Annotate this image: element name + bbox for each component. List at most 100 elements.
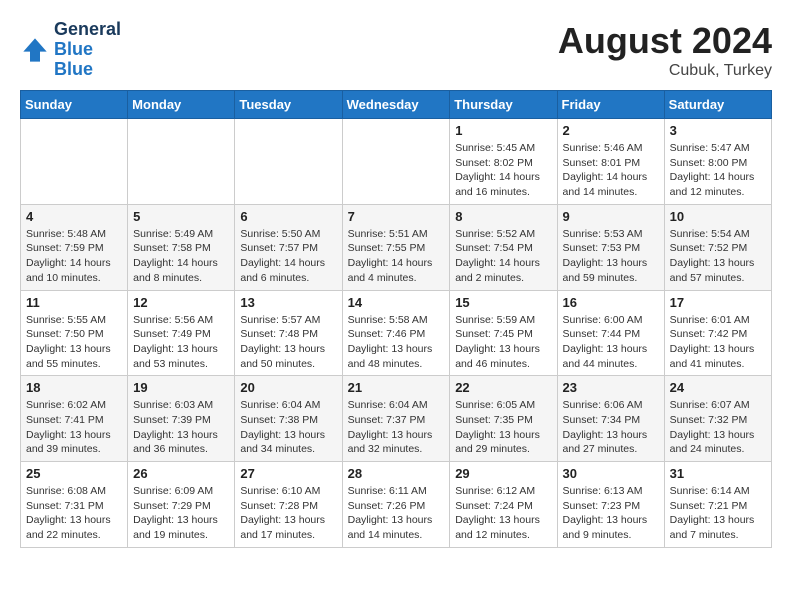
cell-w3-d3: 14 Sunrise: 5:58 AM Sunset: 7:46 PM Dayli… — [342, 290, 450, 376]
header-sunday: Sunday — [21, 91, 128, 119]
day-info: Sunrise: 6:00 AM Sunset: 7:44 PM Dayligh… — [563, 313, 659, 372]
day-info: Sunrise: 6:13 AM Sunset: 7:23 PM Dayligh… — [563, 484, 659, 543]
day-info: Sunrise: 6:14 AM Sunset: 7:21 PM Dayligh… — [670, 484, 766, 543]
day-info: Sunrise: 5:57 AM Sunset: 7:48 PM Dayligh… — [240, 313, 336, 372]
cell-w1-d1 — [128, 119, 235, 205]
cell-w3-d1: 12Sunrise: 5:56 AM Sunset: 7:49 PM Dayli… — [128, 290, 235, 376]
cell-w1-d0 — [21, 119, 128, 205]
day-number: 3 — [670, 123, 766, 138]
day-info: Sunrise: 5:59 AM Sunset: 7:45 PM Dayligh… — [455, 313, 551, 372]
day-info: Sunrise: 6:03 AM Sunset: 7:39 PM Dayligh… — [133, 398, 229, 457]
cell-w5-d0: 25Sunrise: 6:08 AM Sunset: 7:31 PM Dayli… — [21, 462, 128, 548]
day-info: Sunrise: 6:04 AM Sunset: 7:37 PM Dayligh… — [348, 398, 445, 457]
day-number: 21 — [348, 380, 445, 395]
cell-w1-d6: 3 Sunrise: 5:47 AM Sunset: 8:00 PM Daylig… — [664, 119, 771, 205]
cell-w4-d1: 19 Sunrise: 6:03 AM Sunset: 7:39 PM Dayli… — [128, 376, 235, 462]
day-info: Sunrise: 5:51 AM Sunset: 7:55 PM Dayligh… — [348, 227, 445, 286]
cell-w4-d4: 22 Sunrise: 6:05 AM Sunset: 7:35 PM Dayli… — [450, 376, 557, 462]
logo: General Blue Blue — [20, 20, 121, 79]
cell-w1-d3 — [342, 119, 450, 205]
cell-w2-d3: 7Sunrise: 5:51 AM Sunset: 7:55 PM Daylig… — [342, 204, 450, 290]
day-info: Sunrise: 5:52 AM Sunset: 7:54 PM Dayligh… — [455, 227, 551, 286]
page-header: General Blue Blue August 2024 Cubuk, Tur… — [20, 20, 772, 80]
location-subtitle: Cubuk, Turkey — [558, 62, 772, 80]
day-number: 5 — [133, 209, 229, 224]
cell-w4-d5: 23 Sunrise: 6:06 AM Sunset: 7:34 PM Dayli… — [557, 376, 664, 462]
cell-w4-d0: 18Sunrise: 6:02 AM Sunset: 7:41 PM Dayli… — [21, 376, 128, 462]
header-tuesday: Tuesday — [235, 91, 342, 119]
day-number: 11 — [26, 295, 122, 310]
cell-w4-d3: 21 Sunrise: 6:04 AM Sunset: 7:37 PM Dayli… — [342, 376, 450, 462]
cell-w5-d5: 30 Sunrise: 6:13 AM Sunset: 7:23 PM Dayli… — [557, 462, 664, 548]
logo-text: General Blue Blue — [54, 20, 121, 79]
day-info: Sunrise: 5:47 AM Sunset: 8:00 PM Dayligh… — [670, 141, 766, 200]
day-number: 26 — [133, 466, 229, 481]
day-info: Sunrise: 5:46 AM Sunset: 8:01 PM Dayligh… — [563, 141, 659, 200]
day-info: Sunrise: 6:12 AM Sunset: 7:24 PM Dayligh… — [455, 484, 551, 543]
day-info: Sunrise: 6:05 AM Sunset: 7:35 PM Dayligh… — [455, 398, 551, 457]
cell-w1-d4: 1 Sunrise: 5:45 AM Sunset: 8:02 PM Daylig… — [450, 119, 557, 205]
day-number: 14 — [348, 295, 445, 310]
cell-w1-d5: 2 Sunrise: 5:46 AM Sunset: 8:01 PM Daylig… — [557, 119, 664, 205]
day-number: 2 — [563, 123, 659, 138]
cell-w4-d2: 20Sunrise: 6:04 AM Sunset: 7:38 PM Dayli… — [235, 376, 342, 462]
day-number: 9 — [563, 209, 659, 224]
cell-w5-d3: 28 Sunrise: 6:11 AM Sunset: 7:26 PM Dayli… — [342, 462, 450, 548]
day-number: 29 — [455, 466, 551, 481]
day-number: 1 — [455, 123, 551, 138]
week-row-1: 1 Sunrise: 5:45 AM Sunset: 8:02 PM Daylig… — [21, 119, 772, 205]
cell-w2-d0: 4 Sunrise: 5:48 AM Sunset: 7:59 PM Daylig… — [21, 204, 128, 290]
day-number: 30 — [563, 466, 659, 481]
day-info: Sunrise: 6:10 AM Sunset: 7:28 PM Dayligh… — [240, 484, 336, 543]
cell-w1-d2 — [235, 119, 342, 205]
day-info: Sunrise: 6:04 AM Sunset: 7:38 PM Dayligh… — [240, 398, 336, 457]
day-number: 23 — [563, 380, 659, 395]
day-number: 24 — [670, 380, 766, 395]
day-info: Sunrise: 5:48 AM Sunset: 7:59 PM Dayligh… — [26, 227, 122, 286]
day-info: Sunrise: 5:45 AM Sunset: 8:02 PM Dayligh… — [455, 141, 551, 200]
day-info: Sunrise: 6:02 AM Sunset: 7:41 PM Dayligh… — [26, 398, 122, 457]
day-number: 17 — [670, 295, 766, 310]
cell-w2-d6: 10 Sunrise: 5:54 AM Sunset: 7:52 PM Dayli… — [664, 204, 771, 290]
day-number: 4 — [26, 209, 122, 224]
cell-w5-d1: 26Sunrise: 6:09 AM Sunset: 7:29 PM Dayli… — [128, 462, 235, 548]
header-thursday: Thursday — [450, 91, 557, 119]
day-number: 28 — [348, 466, 445, 481]
cell-w2-d1: 5 Sunrise: 5:49 AM Sunset: 7:58 PM Daylig… — [128, 204, 235, 290]
header-wednesday: Wednesday — [342, 91, 450, 119]
cell-w2-d5: 9 Sunrise: 5:53 AM Sunset: 7:53 PM Daylig… — [557, 204, 664, 290]
title-block: August 2024 Cubuk, Turkey — [558, 20, 772, 80]
header-friday: Friday — [557, 91, 664, 119]
day-number: 19 — [133, 380, 229, 395]
day-number: 15 — [455, 295, 551, 310]
day-info: Sunrise: 5:54 AM Sunset: 7:52 PM Dayligh… — [670, 227, 766, 286]
cell-w3-d2: 13Sunrise: 5:57 AM Sunset: 7:48 PM Dayli… — [235, 290, 342, 376]
cell-w2-d2: 6Sunrise: 5:50 AM Sunset: 7:57 PM Daylig… — [235, 204, 342, 290]
day-number: 22 — [455, 380, 551, 395]
calendar-body: 1 Sunrise: 5:45 AM Sunset: 8:02 PM Daylig… — [21, 119, 772, 548]
day-number: 8 — [455, 209, 551, 224]
calendar-table: Sunday Monday Tuesday Wednesday Thursday… — [20, 90, 772, 548]
week-row-2: 4 Sunrise: 5:48 AM Sunset: 7:59 PM Daylig… — [21, 204, 772, 290]
cell-w3-d4: 15 Sunrise: 5:59 AM Sunset: 7:45 PM Dayli… — [450, 290, 557, 376]
cell-w3-d6: 17Sunrise: 6:01 AM Sunset: 7:42 PM Dayli… — [664, 290, 771, 376]
day-info: Sunrise: 5:55 AM Sunset: 7:50 PM Dayligh… — [26, 313, 122, 372]
day-info: Sunrise: 5:53 AM Sunset: 7:53 PM Dayligh… — [563, 227, 659, 286]
day-info: Sunrise: 5:49 AM Sunset: 7:58 PM Dayligh… — [133, 227, 229, 286]
cell-w5-d2: 27 Sunrise: 6:10 AM Sunset: 7:28 PM Dayli… — [235, 462, 342, 548]
day-info: Sunrise: 6:11 AM Sunset: 7:26 PM Dayligh… — [348, 484, 445, 543]
day-number: 27 — [240, 466, 336, 481]
day-number: 25 — [26, 466, 122, 481]
week-row-4: 18Sunrise: 6:02 AM Sunset: 7:41 PM Dayli… — [21, 376, 772, 462]
cell-w2-d4: 8 Sunrise: 5:52 AM Sunset: 7:54 PM Daylig… — [450, 204, 557, 290]
day-number: 16 — [563, 295, 659, 310]
day-number: 10 — [670, 209, 766, 224]
day-number: 12 — [133, 295, 229, 310]
day-info: Sunrise: 5:58 AM Sunset: 7:46 PM Dayligh… — [348, 313, 445, 372]
day-number: 6 — [240, 209, 336, 224]
calendar-header: Sunday Monday Tuesday Wednesday Thursday… — [21, 91, 772, 119]
cell-w3-d5: 16 Sunrise: 6:00 AM Sunset: 7:44 PM Dayli… — [557, 290, 664, 376]
day-info: Sunrise: 6:06 AM Sunset: 7:34 PM Dayligh… — [563, 398, 659, 457]
logo-icon — [20, 35, 50, 65]
cell-w5-d6: 31Sunrise: 6:14 AM Sunset: 7:21 PM Dayli… — [664, 462, 771, 548]
